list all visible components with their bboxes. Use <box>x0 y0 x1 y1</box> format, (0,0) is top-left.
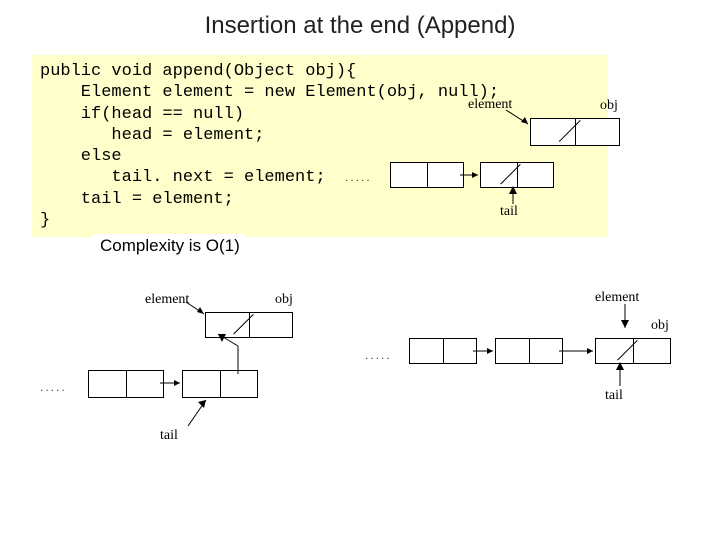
slide-title: Insertion at the end (Append) <box>0 12 720 40</box>
element-arrow-b <box>186 302 210 320</box>
next-arrow-c1 <box>473 348 499 356</box>
list-node-c3 <box>595 338 671 364</box>
list-node-1 <box>390 162 464 188</box>
element-label-b: element <box>145 292 189 308</box>
list-dots-b: ..... <box>40 380 67 394</box>
obj-label-c: obj <box>651 318 669 334</box>
diagram-before-append: element obj ..... tail <box>70 290 360 500</box>
element-arrow-c <box>621 304 637 334</box>
complexity-note: Complexity is O(1) <box>94 234 246 258</box>
element-arrow <box>506 110 536 130</box>
list-dots: ..... <box>345 170 372 184</box>
next-arrow-a <box>460 172 484 180</box>
tail-arrow-c <box>615 362 627 388</box>
diagram-empty-case: obj element ..... tail <box>360 100 690 260</box>
list-dots-c: ..... <box>365 348 392 362</box>
obj-label: obj <box>600 98 618 114</box>
list-node-c2 <box>495 338 563 364</box>
tail-arrow-b <box>188 396 218 430</box>
next-arrow-b2 <box>238 336 268 376</box>
list-node-c1 <box>409 338 477 364</box>
tail-label-c: tail <box>605 388 623 404</box>
tail-label-b: tail <box>160 428 178 444</box>
diagram-after-append: element ..... obj tail <box>395 290 695 500</box>
next-arrow-c2 <box>559 348 599 356</box>
obj-label-b: obj <box>275 292 293 308</box>
tail-label: tail <box>500 204 518 220</box>
element-node <box>530 118 620 146</box>
next-arrow-b1 <box>160 380 186 388</box>
list-node-b1 <box>88 370 164 398</box>
tail-arrow-a <box>508 186 520 206</box>
